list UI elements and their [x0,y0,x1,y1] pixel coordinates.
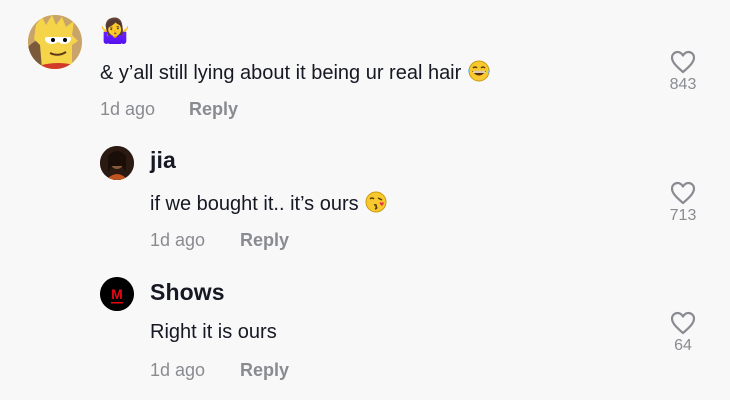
like-button[interactable]: 843 [658,50,708,94]
avatar-image [28,15,82,69]
netflix-logo-icon: M [100,277,134,311]
comment-author-name[interactable]: jia [150,147,176,174]
comment-meta: 1d ago Reply [100,99,238,120]
comment-author-name[interactable]: 🤷‍♀️ [100,17,130,46]
comment-text: Right it is ours [150,321,277,344]
avatar-letter: M [111,286,123,302]
comment-timestamp: 1d ago [150,360,206,380]
heart-icon [670,50,696,74]
comment-timestamp: 1d ago [150,230,206,250]
reply-item: M Shows Right it is ours 1d ago Reply 64 [0,260,730,400]
avatar[interactable] [28,15,82,69]
like-button[interactable]: 64 [658,311,708,355]
comment-text: & y’all still lying about it being ur re… [100,60,491,88]
laughing-tears-emoji-icon [467,60,491,88]
like-count: 713 [669,207,697,224]
avatar[interactable]: M [100,277,134,311]
reply-item: jia if we bought it.. it’s ours 1d ago R… [0,130,730,260]
comment-body: Right it is ours [150,321,277,343]
comment-text: if we bought it.. it’s ours [150,191,387,219]
reply-button[interactable]: Reply [189,99,238,120]
comment-body: if we bought it.. it’s ours [150,193,359,215]
avatar-image [100,146,134,180]
avatar[interactable] [100,146,134,180]
reply-button[interactable]: Reply [240,360,289,381]
comment-timestamp: 1d ago [100,99,156,119]
comment-thread: 🤷‍♀️ & y’all still lying about it being … [0,0,730,400]
comment-body: & y’all still lying about it being ur re… [100,62,462,84]
comment-meta: 1d ago Reply [150,360,289,381]
like-button[interactable]: 713 [658,181,708,225]
kissing-face-emoji-icon [365,191,387,219]
comment-author-name[interactable]: Shows [150,279,225,306]
heart-icon [670,311,696,335]
heart-icon [670,181,696,205]
like-count: 843 [669,76,697,93]
reply-button[interactable]: Reply [240,230,289,251]
comment-meta: 1d ago Reply [150,230,289,251]
like-count: 64 [674,337,692,354]
comment-item: 🤷‍♀️ & y’all still lying about it being … [0,0,730,130]
